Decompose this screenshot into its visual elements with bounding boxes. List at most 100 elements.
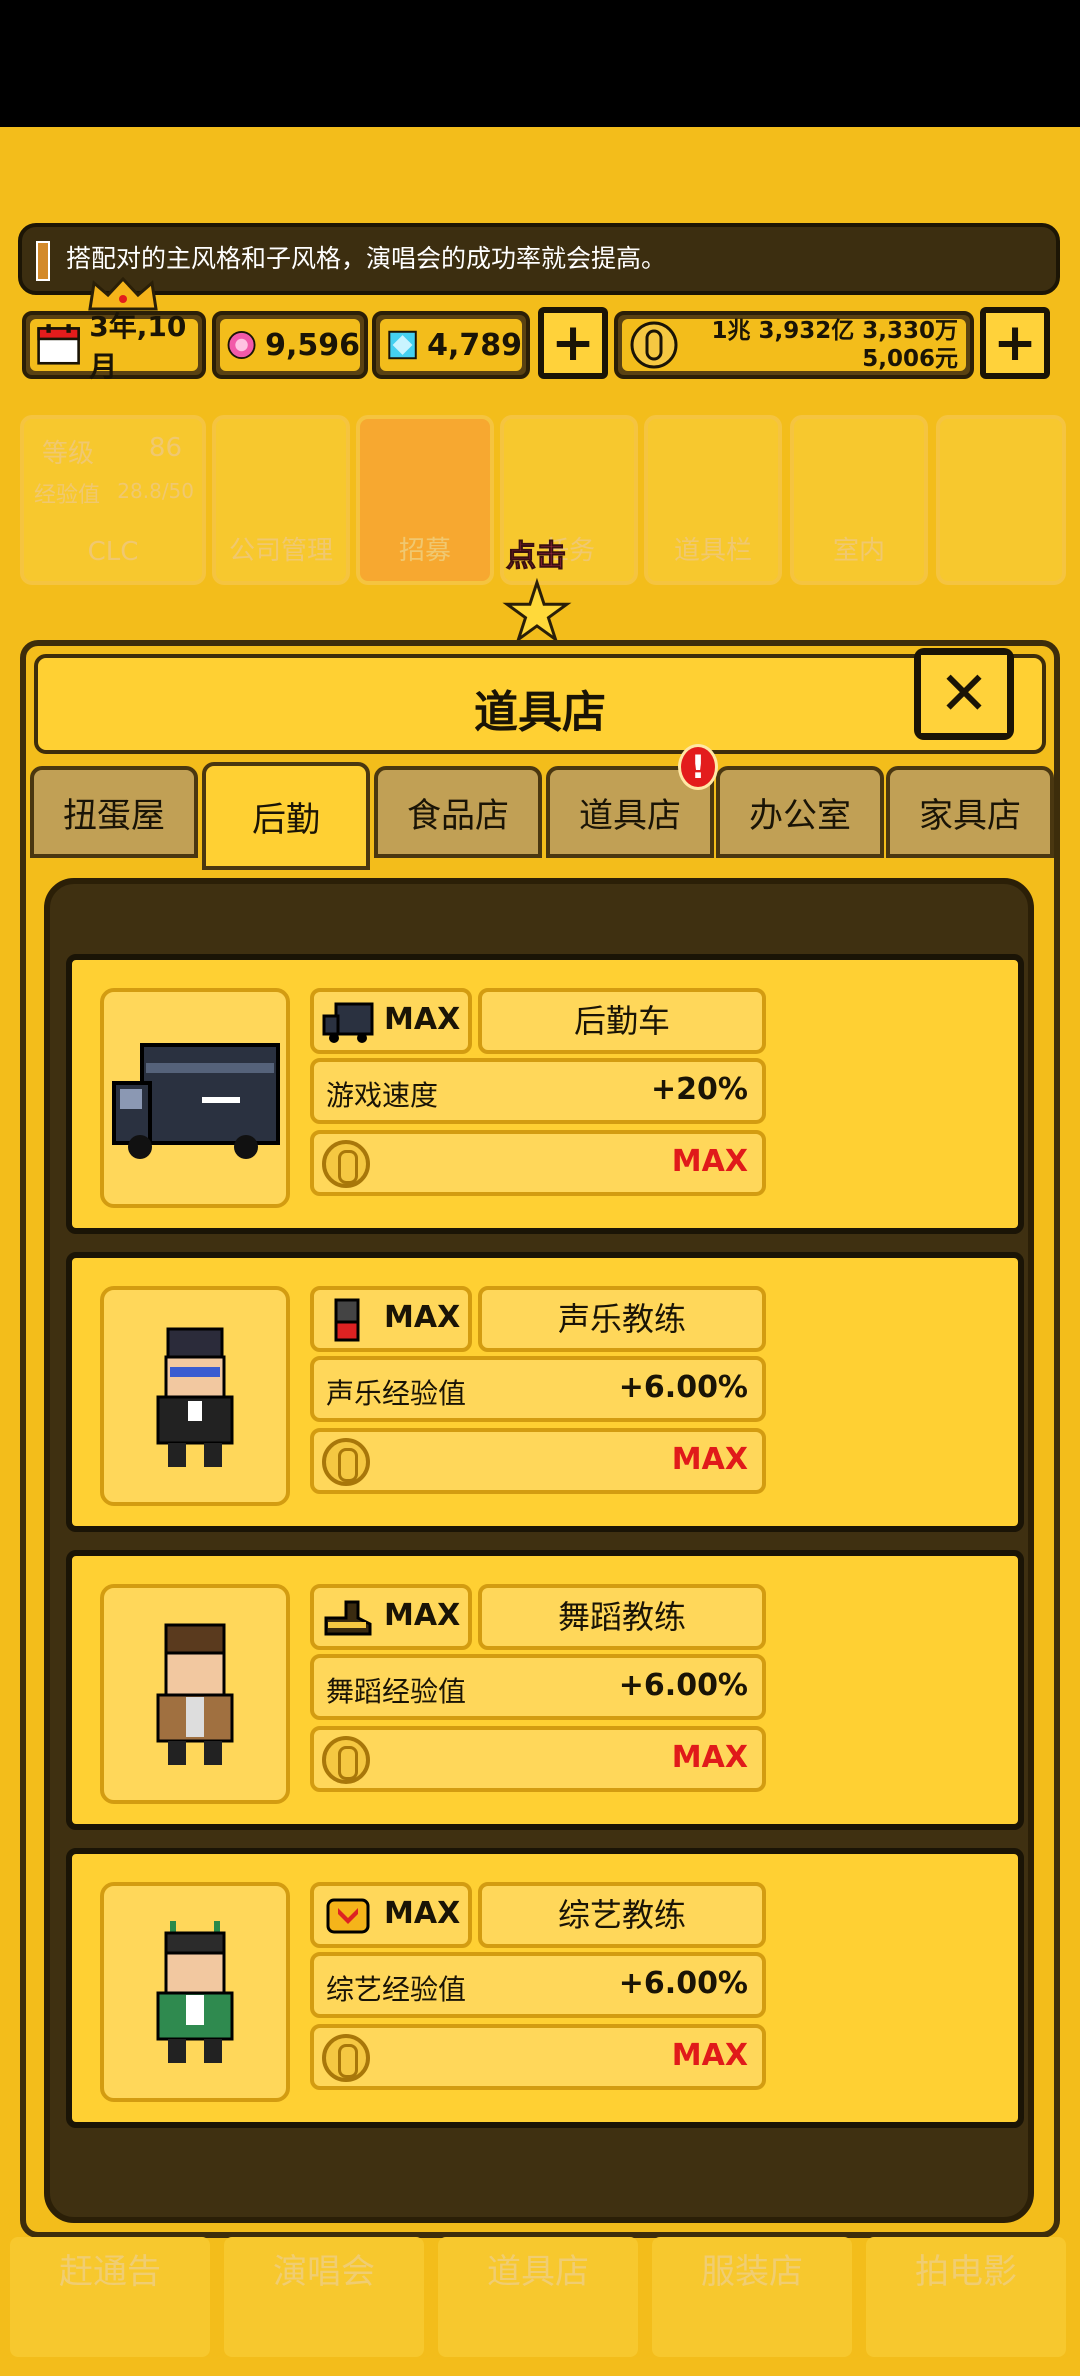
date-display: 3年,10月 [22, 310, 206, 383]
recruit-tile: 招募 [356, 415, 494, 585]
shoe-icon [324, 1600, 372, 1636]
plus-icon: + [986, 313, 1044, 373]
tab-gacha[interactable]: 扭蛋屋 [30, 766, 198, 858]
item-card[interactable]: MAX 声乐教练 声乐经验值 +6.00% MAX [66, 1252, 1024, 1532]
shop-tabs: 扭蛋屋 后勤 食品店 道具店 办公室 家具店 [26, 762, 1054, 870]
company-name: CLC [87, 537, 139, 567]
stat-row: 游戏速度 +20% [310, 1058, 766, 1124]
tab-office[interactable]: 办公室 [716, 766, 884, 858]
shop-window: 道具店 ✕ 扭蛋屋 后勤 食品店 道具店 办公室 家具店 ! MAX 后勤车 游… [20, 640, 1060, 2238]
nav-schedule: 赶通告 [10, 2237, 210, 2357]
van-icon [322, 1002, 374, 1043]
cost-value: MAX [671, 1442, 748, 1477]
tab-label: 道具店 [579, 795, 681, 836]
recruit-label: 招募 [398, 536, 451, 566]
close-button[interactable]: ✕ [914, 648, 1014, 740]
item-portrait [100, 1882, 290, 2102]
item-card[interactable]: MAX 后勤车 游戏速度 +20% MAX [66, 954, 1024, 1234]
game-screen: 搭配对的主风格和子风格，演唱会的成功率就会提高。 3年,10月 9,596 4,… [0, 127, 1080, 2376]
stat-value: +6.00% [618, 1668, 748, 1703]
badge-icon [326, 1898, 370, 1934]
stat-row: 舞蹈经验值 +6.00% [310, 1654, 766, 1720]
upgrade-button[interactable]: MAX [310, 1726, 766, 1792]
pink-gem-counter: 9,596 [212, 311, 368, 379]
nav-label: 演唱会 [273, 2252, 375, 2292]
plus-icon: + [544, 313, 602, 373]
nav-label: 道具店 [487, 2252, 589, 2292]
upgrade-button[interactable]: MAX [310, 1428, 766, 1494]
date-text: 3年,10月 [89, 310, 187, 383]
item-list[interactable]: MAX 后勤车 游戏速度 +20% MAX MAX 声乐教练 声乐经验值 +6.… [44, 878, 1034, 2223]
nav-label: 拍电影 [915, 2252, 1017, 2292]
level-box: MAX [310, 1286, 472, 1352]
tip-text: 搭配对的主风格和子风格，演唱会的成功率就会提高。 [66, 244, 667, 273]
company-status-tile: 等级 86 经验值 28.8/50 CLC [20, 415, 206, 585]
money-line1: 1兆 3,932亿 3,330万 [711, 318, 958, 344]
cost-value: MAX [671, 2038, 748, 2073]
tab-food-shop[interactable]: 食品店 [374, 766, 542, 858]
item-name: 舞蹈教练 [478, 1584, 766, 1650]
nav-label: 赶通告 [59, 2252, 161, 2292]
stat-value: +6.00% [618, 1370, 748, 1405]
tab-label: 食品店 [407, 795, 509, 836]
interior-label: 室内 [832, 536, 885, 566]
nav-label: 服装店 [701, 2252, 803, 2292]
money-line2: 5,006元 [862, 346, 958, 372]
company-mgmt-tile: 公司管理 [212, 415, 350, 585]
stat-label: 声乐经验值 [326, 1377, 467, 1410]
stat-row: 综艺经验值 +6.00% [310, 1952, 766, 2018]
stat-label: 游戏速度 [326, 1079, 439, 1112]
money-counter: 1兆 3,932亿 3,330万 5,006元 [614, 311, 974, 379]
coin-icon [630, 321, 678, 369]
level-text: MAX [384, 1598, 461, 1633]
upgrade-button[interactable]: MAX [310, 2024, 766, 2090]
item-name: 后勤车 [478, 988, 766, 1054]
level-text: MAX [384, 1002, 461, 1037]
inventory-label: 道具栏 [673, 536, 752, 566]
level-label: 等级 [42, 439, 95, 469]
nav-item-shop: 道具店 [438, 2237, 638, 2357]
close-icon: ✕ [921, 655, 1007, 733]
blue-gem-counter: 4,789 [372, 311, 530, 379]
tip-bar: 搭配对的主风格和子风格，演唱会的成功率就会提高。 [18, 223, 1060, 295]
level-box: MAX [310, 1882, 472, 1948]
tab-label: 家具店 [919, 795, 1021, 836]
tip-icon [36, 241, 50, 281]
add-money-button[interactable]: + [980, 307, 1050, 379]
nav-concert: 演唱会 [224, 2237, 424, 2357]
coin-icon [322, 1736, 370, 1784]
variety-coach-icon [156, 1921, 234, 2063]
tab-logistics[interactable]: 后勤 [202, 762, 370, 870]
upgrade-button[interactable]: MAX [310, 1130, 766, 1196]
item-portrait [100, 1286, 290, 1506]
level-value: 86 [148, 433, 182, 463]
coin-icon [322, 2034, 370, 2082]
item-name: 综艺教练 [478, 1882, 766, 1948]
calendar-icon [37, 324, 80, 365]
level-box: MAX [310, 1584, 472, 1650]
status-bar [0, 0, 1080, 127]
item-card[interactable]: MAX 舞蹈教练 舞蹈经验值 +6.00% MAX [66, 1550, 1024, 1830]
interior-tile: 室内 [790, 415, 928, 585]
nav-clothing-shop: 服装店 [652, 2237, 852, 2357]
stat-label: 舞蹈经验值 [326, 1675, 467, 1708]
tab-furniture[interactable]: 家具店 [886, 766, 1054, 858]
add-gems-button[interactable]: + [538, 307, 608, 379]
item-card[interactable]: MAX 综艺教练 综艺经验值 +6.00% MAX [66, 1848, 1024, 2128]
nav-movie: 拍电影 [866, 2237, 1066, 2357]
dance-coach-icon [156, 1623, 234, 1765]
bottom-nav: 赶通告 演唱会 道具店 服装店 拍电影 [0, 2237, 1080, 2357]
mail-tile [936, 415, 1066, 585]
stat-value: +6.00% [618, 1966, 748, 2001]
item-name: 声乐教练 [478, 1286, 766, 1352]
coin-icon [322, 1140, 370, 1188]
coin-icon [322, 1438, 370, 1486]
van-icon [112, 1043, 280, 1159]
level-text: MAX [384, 1896, 461, 1931]
company-mgmt-label: 公司管理 [228, 536, 333, 566]
blue-gem-value: 4,789 [427, 327, 522, 363]
tab-label: 后勤 [252, 799, 320, 840]
item-portrait [100, 988, 290, 1208]
exp-value: 28.8/50 [117, 479, 194, 503]
stat-row: 声乐经验值 +6.00% [310, 1356, 766, 1422]
